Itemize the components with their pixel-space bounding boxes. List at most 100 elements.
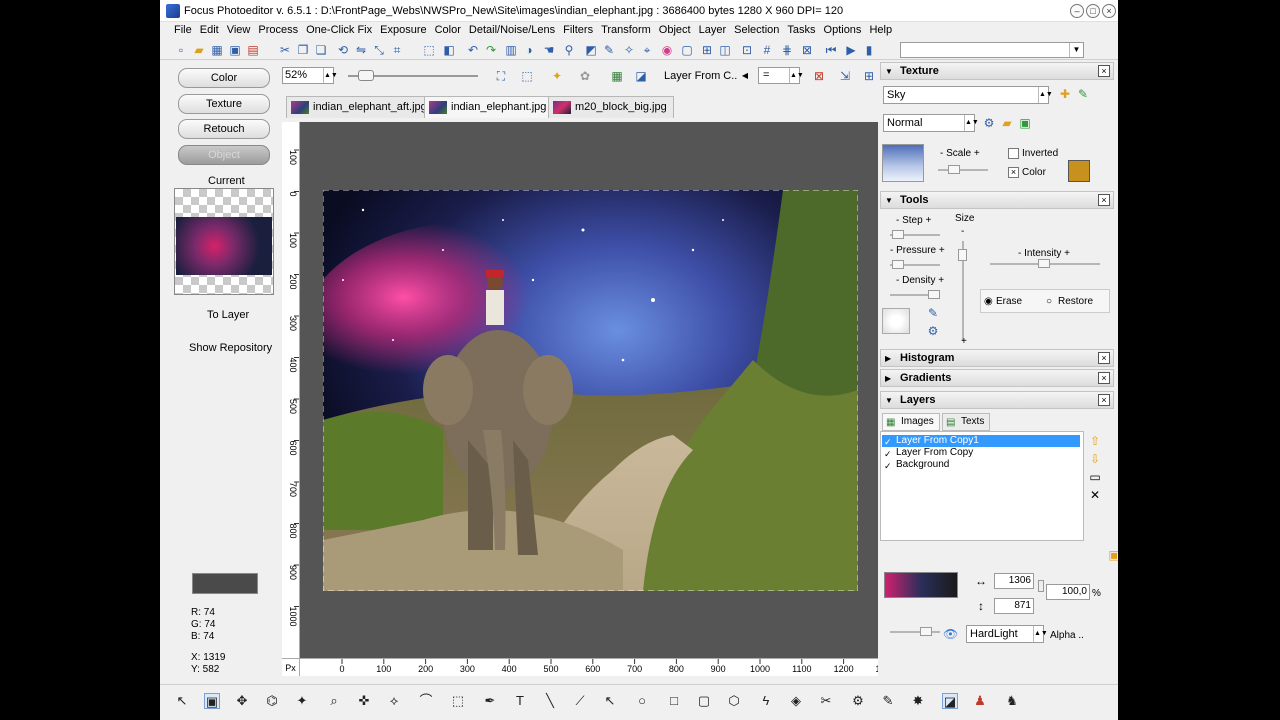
resize-icon[interactable]: ⤡ bbox=[372, 43, 386, 57]
hash-icon[interactable]: # bbox=[760, 43, 774, 57]
star-icon[interactable]: ✦ bbox=[550, 69, 564, 83]
select-rect-icon[interactable]: ⬚ bbox=[422, 43, 436, 57]
close-icon[interactable]: × bbox=[1098, 394, 1110, 406]
layer-item[interactable]: ✓ Layer From Copy1 bbox=[882, 435, 1080, 447]
select-layer-icon[interactable]: ▣ bbox=[204, 693, 220, 709]
measure-icon[interactable]: ⊡ bbox=[740, 43, 754, 57]
freeform-icon[interactable]: ⟡ bbox=[386, 693, 402, 709]
play-icon[interactable]: ▶ bbox=[844, 43, 858, 57]
layers-panel-header[interactable]: ▼ Layers × bbox=[880, 391, 1114, 409]
rectangle-icon[interactable]: □ bbox=[666, 693, 682, 709]
density-slider-thumb[interactable] bbox=[928, 290, 940, 299]
intensity-slider[interactable] bbox=[990, 259, 1100, 268]
opacity-handle[interactable] bbox=[1038, 580, 1044, 592]
layer-opacity-slider-thumb[interactable] bbox=[920, 627, 932, 636]
menu-one-click-fix[interactable]: One-Click Fix bbox=[302, 22, 376, 38]
rounded-rect-icon[interactable]: ▢ bbox=[696, 693, 712, 709]
menu-view[interactable]: View bbox=[223, 22, 255, 38]
texture-save-icon[interactable]: ▣ bbox=[1018, 116, 1032, 130]
line-thin-icon[interactable]: ⟋ bbox=[572, 693, 588, 709]
texture-tool-icon[interactable]: ⚙ bbox=[982, 116, 996, 130]
alpha-button[interactable]: Alpha .. bbox=[1050, 630, 1084, 641]
menu-object[interactable]: Object bbox=[655, 22, 695, 38]
layer-edit-icon[interactable]: ◪ bbox=[942, 693, 958, 709]
step-slider[interactable] bbox=[890, 230, 940, 239]
person-icon[interactable]: ♟ bbox=[972, 693, 988, 709]
batch-icon[interactable]: ▮ bbox=[862, 43, 876, 57]
maximize-button[interactable]: □ bbox=[1086, 4, 1100, 18]
menu-transform[interactable]: Transform bbox=[597, 22, 655, 38]
layer-from-select[interactable]: Layer From C.. bbox=[664, 70, 737, 82]
print-icon[interactable]: ▤ bbox=[246, 43, 260, 57]
polygon-icon[interactable]: ⬡ bbox=[726, 693, 742, 709]
grid-toggle-icon[interactable]: ⊞ bbox=[862, 69, 876, 83]
size-slider-thumb[interactable] bbox=[958, 249, 967, 261]
eye-icon[interactable]: 👁 bbox=[943, 627, 958, 641]
texture-tab-button[interactable]: Texture bbox=[178, 94, 270, 114]
menu-color[interactable]: Color bbox=[431, 22, 465, 38]
texture-color-swatch[interactable] bbox=[1068, 160, 1090, 182]
ellipse-icon[interactable]: ○ bbox=[634, 693, 650, 709]
layer-opacity-input[interactable]: 100,0 bbox=[1046, 584, 1090, 600]
effects-icon[interactable]: ✸ bbox=[910, 693, 926, 709]
wand-icon[interactable]: ✧ bbox=[622, 43, 636, 57]
retouch-tab-button[interactable]: Retouch bbox=[178, 119, 270, 139]
move-icon[interactable]: ✥ bbox=[234, 693, 250, 709]
pointer-icon[interactable]: ↖ bbox=[174, 693, 190, 709]
scan-icon[interactable]: ▦ bbox=[210, 43, 224, 57]
layer-delete-icon[interactable]: ✕ bbox=[1088, 488, 1102, 502]
pressure-slider-thumb[interactable] bbox=[892, 260, 904, 269]
menu-process[interactable]: Process bbox=[254, 22, 302, 38]
menu-detail-noise-lens[interactable]: Detail/Noise/Lens bbox=[465, 22, 559, 38]
brush-tool-icon[interactable]: ✎ bbox=[880, 693, 896, 709]
invert-icon[interactable]: ◧ bbox=[442, 43, 456, 57]
curve-icon[interactable]: ⌒ bbox=[418, 693, 434, 709]
density-slider[interactable] bbox=[890, 290, 940, 299]
menu-tasks[interactable]: Tasks bbox=[783, 22, 819, 38]
texture-open-icon[interactable]: ▰ bbox=[1000, 116, 1014, 130]
merge-icon[interactable]: ⇲ bbox=[838, 69, 852, 83]
layer-width-input[interactable]: 1306 bbox=[994, 573, 1034, 589]
erase-radio[interactable]: ◉ bbox=[984, 296, 993, 307]
layer-visible-check[interactable]: ✓ bbox=[884, 460, 892, 472]
layers-tab-texts[interactable]: ▤ Texts bbox=[942, 413, 990, 431]
grid-icon[interactable]: ⊞ bbox=[700, 43, 714, 57]
close-icon[interactable]: × bbox=[1098, 194, 1110, 206]
zoom-slider-thumb[interactable] bbox=[358, 70, 374, 81]
open-file-icon[interactable]: ▰ bbox=[192, 43, 206, 57]
restore-radio[interactable]: ○ bbox=[1046, 296, 1052, 307]
hand-icon[interactable]: ☚ bbox=[542, 43, 556, 57]
close-icon[interactable]: × bbox=[1098, 65, 1110, 77]
pen-icon[interactable]: ✒ bbox=[482, 693, 498, 709]
texture-preview[interactable] bbox=[882, 144, 924, 182]
line-icon[interactable]: ╲ bbox=[542, 693, 558, 709]
to-layer-link[interactable]: To Layer bbox=[207, 309, 249, 321]
scale-slider-thumb[interactable] bbox=[948, 165, 960, 174]
layer-new-icon[interactable]: ▭ bbox=[1088, 470, 1102, 484]
fill-icon[interactable]: ◈ bbox=[788, 693, 804, 709]
pressure-slider[interactable] bbox=[890, 260, 940, 269]
layer-item[interactable]: ✓ Background bbox=[882, 459, 1080, 471]
zoom-actual-icon[interactable]: ⬚ bbox=[520, 69, 534, 83]
layer-up-icon[interactable]: ⇧ bbox=[1088, 434, 1102, 448]
save-icon[interactable]: ▣ bbox=[228, 43, 242, 57]
brush-settings-icon[interactable]: ⚙ bbox=[926, 324, 940, 338]
layers-tab-images[interactable]: ▦ Images bbox=[882, 413, 940, 431]
color-checkbox[interactable]: × bbox=[1008, 167, 1019, 178]
menu-layer[interactable]: Layer bbox=[695, 22, 731, 38]
layer-down-icon[interactable]: ⇩ bbox=[1088, 452, 1102, 466]
lasso-icon[interactable]: ⌬ bbox=[264, 693, 280, 709]
menu-file[interactable]: File bbox=[170, 22, 196, 38]
edit-layer-icon[interactable]: ◪ bbox=[634, 69, 648, 83]
crop-icon[interactable]: ⌗ bbox=[390, 43, 404, 57]
dropper-icon[interactable]: ⚲ bbox=[562, 43, 576, 57]
mask-icon[interactable]: ◩ bbox=[584, 43, 598, 57]
texture-preset-select[interactable]: Sky ▲▼ bbox=[883, 86, 1053, 104]
undo-green-icon[interactable]: ↶ bbox=[466, 43, 480, 57]
gradient-fill-icon[interactable]: ✂ bbox=[818, 693, 834, 709]
rotate-icon[interactable]: ⟲ bbox=[336, 43, 350, 57]
zoom-tool-icon[interactable]: ⌕ bbox=[326, 693, 342, 709]
fit-icon[interactable]: ⊠ bbox=[800, 43, 814, 57]
redo-green-icon[interactable]: ↷ bbox=[484, 43, 498, 57]
tab-m20-block-big[interactable]: m20_block_big.jpg bbox=[548, 96, 674, 118]
